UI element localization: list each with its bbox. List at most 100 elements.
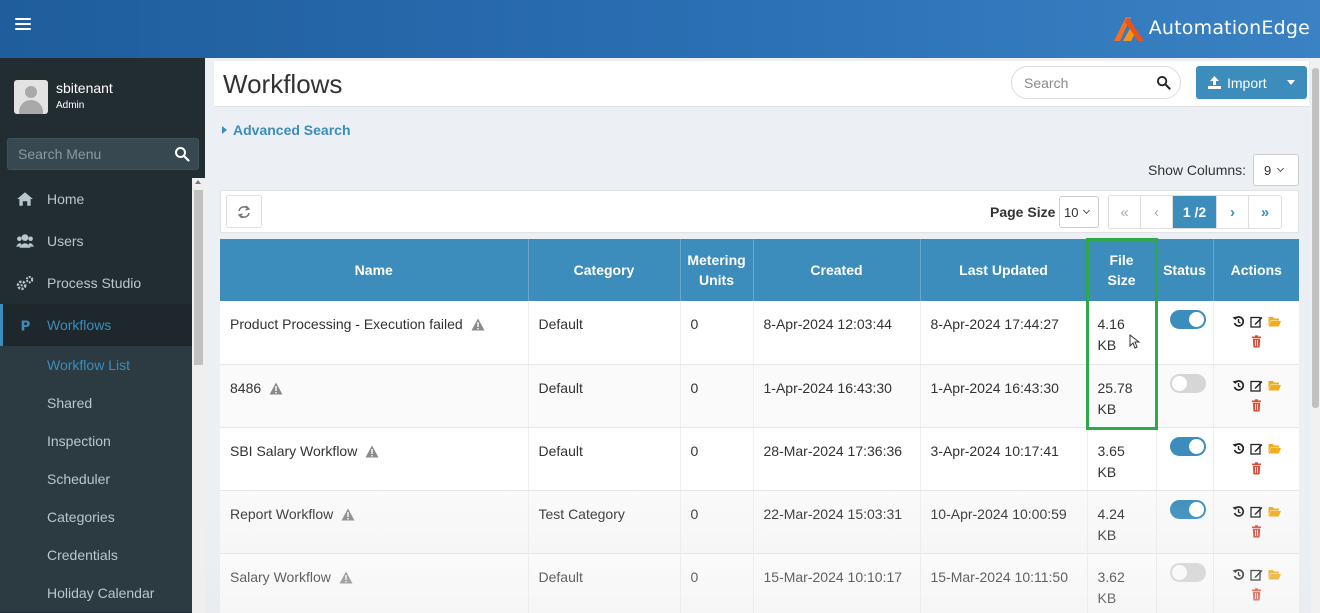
column-header-category[interactable]: Category	[528, 239, 681, 301]
status-toggle[interactable]	[1169, 373, 1206, 393]
scroll-up-arrow-icon[interactable]	[195, 180, 201, 184]
page-scrollbar[interactable]	[1311, 58, 1320, 613]
edit-icon[interactable]	[1249, 379, 1263, 392]
history-icon[interactable]	[1232, 568, 1245, 581]
cell-category: Default	[528, 427, 681, 491]
sidebar-item-workflows[interactable]: P Workflows	[0, 304, 192, 346]
cell-last-updated: 8-Apr-2024 17:44:27	[920, 301, 1088, 365]
chevron-left-icon: ‹	[1154, 203, 1159, 221]
warning-icon	[341, 508, 355, 520]
sidebar-subitem-scheduler[interactable]: Scheduler	[0, 460, 192, 498]
import-button[interactable]: Import	[1196, 66, 1307, 99]
workflow-name[interactable]: 8486	[230, 380, 261, 396]
trash-icon[interactable]	[1250, 587, 1263, 601]
sidebar-search-input[interactable]	[8, 139, 168, 169]
table-row[interactable]: SBI Salary Workflow Default 0 28-Mar-2024 1…	[220, 427, 1299, 491]
history-icon[interactable]	[1232, 505, 1245, 518]
status-toggle[interactable]	[1169, 499, 1206, 519]
trash-icon[interactable]	[1250, 461, 1263, 475]
folder-open-icon[interactable]	[1268, 568, 1281, 581]
table-row[interactable]: Report Workflow Test Category 0 22-Mar-2024…	[220, 490, 1299, 554]
advanced-search-label: Advanced Search	[233, 122, 351, 138]
cell-metering-units: 0	[680, 301, 754, 365]
search-icon[interactable]	[1156, 75, 1171, 90]
cell-name[interactable]: 8486	[220, 364, 529, 428]
column-header-name[interactable]: Name	[220, 239, 529, 301]
next-page-button[interactable]: ›	[1217, 196, 1249, 228]
refresh-button[interactable]	[226, 195, 262, 228]
workflow-table: Name Category Metering Units Created Las…	[220, 239, 1299, 613]
sidebar-subitem-credentials[interactable]: Credentials	[0, 536, 192, 574]
cell-actions	[1213, 553, 1299, 613]
workflow-name[interactable]: Salary Workflow	[230, 569, 331, 585]
cell-name[interactable]: Product Processing - Execution failed	[220, 301, 529, 365]
folder-open-icon[interactable]	[1268, 379, 1281, 392]
cell-file-size: 4.16 KB	[1087, 301, 1157, 365]
sidebar-scrollbar[interactable]	[192, 178, 205, 613]
hamburger-menu-icon[interactable]	[15, 18, 31, 32]
sidebar-subitem-categories[interactable]: Categories	[0, 498, 192, 536]
sidebar-scroll-thumb[interactable]	[194, 190, 203, 365]
sidebar-subitem-shared[interactable]: Shared	[0, 384, 192, 422]
sidebar-subitem-holiday-calendar[interactable]: Holiday Calendar	[0, 574, 192, 612]
prev-page-button[interactable]: ‹	[1141, 196, 1173, 228]
workflow-name[interactable]: Report Workflow	[230, 506, 333, 522]
edit-icon[interactable]	[1249, 315, 1263, 328]
column-header-metering-units[interactable]: Metering Units	[680, 239, 754, 301]
sidebar-subitem-workflow-list[interactable]: Workflow List	[0, 346, 192, 384]
status-toggle[interactable]	[1169, 310, 1206, 329]
column-header-created[interactable]: Created	[753, 239, 921, 301]
sidebar-item-process-studio[interactable]: Process Studio	[0, 262, 192, 304]
status-toggle[interactable]	[1169, 562, 1206, 582]
first-page-button[interactable]: «	[1109, 196, 1141, 228]
page-size-select[interactable]: 10	[1059, 196, 1099, 228]
column-header-file-size[interactable]: File Size	[1087, 239, 1157, 301]
home-icon	[17, 192, 33, 206]
edit-icon[interactable]	[1249, 505, 1263, 518]
sidebar-item-home[interactable]: Home	[0, 178, 192, 220]
history-icon[interactable]	[1232, 379, 1245, 392]
cell-created: 8-Apr-2024 12:03:44	[753, 301, 921, 365]
cell-name[interactable]: Salary Workflow	[220, 553, 529, 613]
folder-open-icon[interactable]	[1268, 505, 1281, 518]
trash-icon[interactable]	[1250, 398, 1263, 412]
column-header-status[interactable]: Status	[1156, 239, 1214, 301]
double-chevron-left-icon: «	[1120, 203, 1129, 221]
folder-open-icon[interactable]	[1268, 442, 1281, 455]
sidebar-subitem-inspection[interactable]: Inspection	[0, 422, 192, 460]
cogs-icon	[16, 275, 34, 291]
workflow-name[interactable]: SBI Salary Workflow	[230, 443, 357, 459]
trash-icon[interactable]	[1250, 335, 1263, 348]
status-toggle[interactable]	[1169, 436, 1206, 456]
history-icon[interactable]	[1232, 315, 1245, 328]
last-page-button[interactable]: »	[1249, 196, 1281, 228]
table-header-row: Name Category Metering Units Created Las…	[220, 239, 1299, 301]
cell-name[interactable]: SBI Salary Workflow	[220, 427, 529, 491]
cell-status	[1156, 427, 1214, 491]
show-columns-select[interactable]: 9	[1253, 154, 1299, 186]
caret-down-icon[interactable]	[1287, 80, 1295, 85]
cell-metering-units: 0	[680, 364, 754, 428]
edit-icon[interactable]	[1249, 568, 1263, 581]
folder-open-icon[interactable]	[1268, 315, 1281, 328]
search-icon[interactable]	[174, 146, 190, 162]
workflow-search-input[interactable]	[1012, 67, 1152, 98]
upload-icon	[1208, 76, 1221, 89]
advanced-search-toggle[interactable]: Advanced Search	[222, 122, 351, 138]
column-header-last-updated[interactable]: Last Updated	[920, 239, 1088, 301]
cell-metering-units: 0	[680, 553, 754, 613]
workflow-search	[1011, 66, 1181, 99]
cell-file-size: 3.65 KB	[1087, 427, 1157, 491]
history-icon[interactable]	[1232, 442, 1245, 455]
trash-icon[interactable]	[1250, 524, 1263, 538]
sidebar: sbitenant Admin Home Users Process Studi…	[0, 58, 205, 613]
table-row[interactable]: Product Processing - Execution failed Def…	[220, 301, 1299, 365]
table-row[interactable]: Salary Workflow Default 0 15-Mar-2024 10:10…	[220, 553, 1299, 613]
sidebar-item-users[interactable]: Users	[0, 220, 192, 262]
page-scroll-thumb[interactable]	[1312, 68, 1319, 408]
table-row[interactable]: 8486 Default 0 1-Apr-2024 16:43:30 1-Apr-202…	[220, 364, 1299, 428]
workflow-name[interactable]: Product Processing - Execution failed	[230, 316, 463, 332]
cell-name[interactable]: Report Workflow	[220, 490, 529, 554]
sidebar-menu: Home Users Process Studio P Workflows Wo…	[0, 178, 192, 612]
edit-icon[interactable]	[1249, 442, 1263, 455]
